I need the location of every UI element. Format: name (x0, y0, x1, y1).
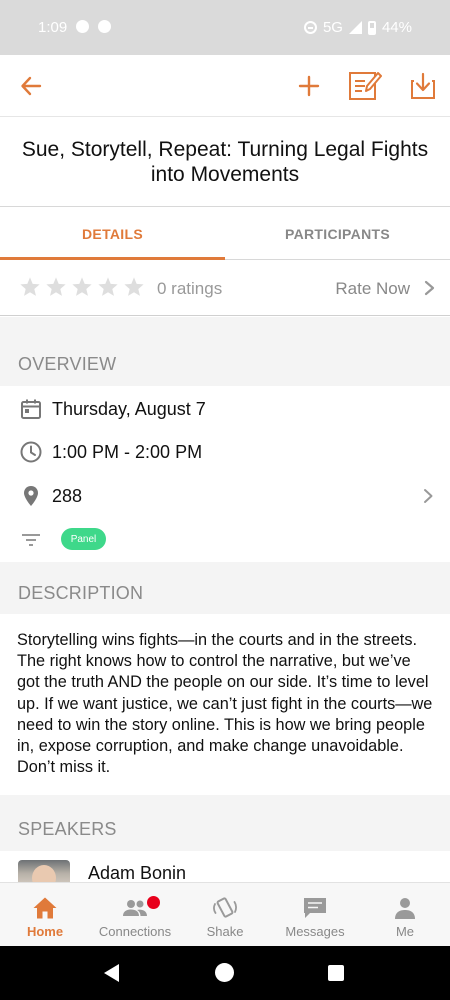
star-icon[interactable] (71, 276, 93, 298)
people-icon (123, 900, 147, 916)
date-row: Thursday, August 7 (0, 387, 450, 431)
arrow-left-icon (21, 76, 42, 96)
nav-shake[interactable]: Shake (180, 883, 270, 946)
rate-now-link[interactable]: Rate Now (335, 279, 410, 299)
speakers-heading: SPEAKERS (18, 819, 117, 839)
battery-level: 44% (381, 19, 412, 36)
tab-bar: DETAILS PARTICIPANTS (0, 208, 450, 260)
do-not-disturb-icon (303, 21, 317, 34)
note-edit-icon (349, 72, 382, 100)
speakers-section-header: SPEAKERS (0, 795, 450, 851)
nav-label: Messages (285, 924, 345, 939)
session-time: 1:00 PM - 2:00 PM (52, 441, 203, 462)
location-row[interactable]: 288 (0, 474, 450, 518)
download-icon (411, 72, 435, 99)
rating-row[interactable]: 0 ratings Rate Now (0, 261, 450, 316)
system-recents-button[interactable] (328, 965, 344, 981)
nav-home[interactable]: Home (0, 883, 90, 946)
ratings-count: 0 ratings (157, 279, 223, 298)
star-icon[interactable] (45, 276, 67, 298)
time-row: 1:00 PM - 2:00 PM (0, 430, 450, 474)
tab-participants[interactable]: PARTICIPANTS (225, 208, 450, 259)
calendar-icon (21, 399, 41, 419)
overview-section-header: OVERVIEW (0, 317, 450, 386)
star-rating[interactable] (19, 276, 145, 298)
notification-icon (76, 20, 89, 33)
system-navigation-bar (0, 946, 450, 1000)
location-pin-icon (24, 486, 38, 506)
session-title: Sue, Storytell, Repeat: Turning Legal Fi… (0, 118, 450, 207)
signal-icon (348, 21, 362, 34)
home-icon (33, 897, 57, 919)
session-location: 288 (52, 485, 83, 506)
tab-details[interactable]: DETAILS (0, 208, 225, 260)
session-description: Storytelling wins fights—in the courts a… (17, 631, 433, 777)
person-icon (395, 898, 415, 919)
star-icon[interactable] (123, 276, 145, 298)
star-icon[interactable] (19, 276, 41, 298)
status-time: 1:09 (38, 19, 68, 36)
message-icon (304, 898, 326, 918)
status-bar: 1:09 5G 44% (0, 0, 450, 55)
network-type: 5G (322, 19, 343, 36)
back-button[interactable] (13, 68, 49, 104)
overview-heading: OVERVIEW (18, 354, 117, 374)
nav-label: Shake (206, 924, 244, 939)
session-date: Thursday, August 7 (52, 398, 206, 419)
description-section-header: DESCRIPTION (0, 562, 450, 614)
filter-icon (22, 534, 40, 546)
nav-label: Home (26, 924, 64, 939)
nav-messages[interactable]: Messages (270, 883, 360, 946)
chat-notification-icon (98, 20, 111, 33)
top-toolbar (0, 55, 450, 117)
nav-connections[interactable]: Connections (90, 883, 180, 946)
clock-icon (20, 441, 42, 463)
add-button[interactable] (291, 68, 327, 104)
chevron-right-icon (424, 280, 435, 296)
download-button[interactable] (405, 68, 441, 104)
nav-label: Me (395, 924, 415, 939)
notification-dot (147, 896, 160, 909)
notes-button[interactable] (347, 68, 383, 104)
session-type-badge: Panel (61, 528, 106, 550)
nav-label: Connections (98, 924, 172, 939)
speaker-name: Adam Bonin (88, 863, 187, 883)
system-back-button[interactable] (104, 964, 119, 982)
system-home-button[interactable] (215, 963, 234, 982)
description-heading: DESCRIPTION (18, 583, 144, 603)
bottom-navigation: Home Connections Shake Messages Me (0, 882, 450, 946)
nav-me[interactable]: Me (360, 883, 450, 946)
chevron-right-icon (424, 489, 433, 503)
star-icon[interactable] (97, 276, 119, 298)
plus-icon (298, 75, 320, 97)
shake-phone-icon (213, 897, 237, 918)
battery-icon (367, 20, 376, 35)
